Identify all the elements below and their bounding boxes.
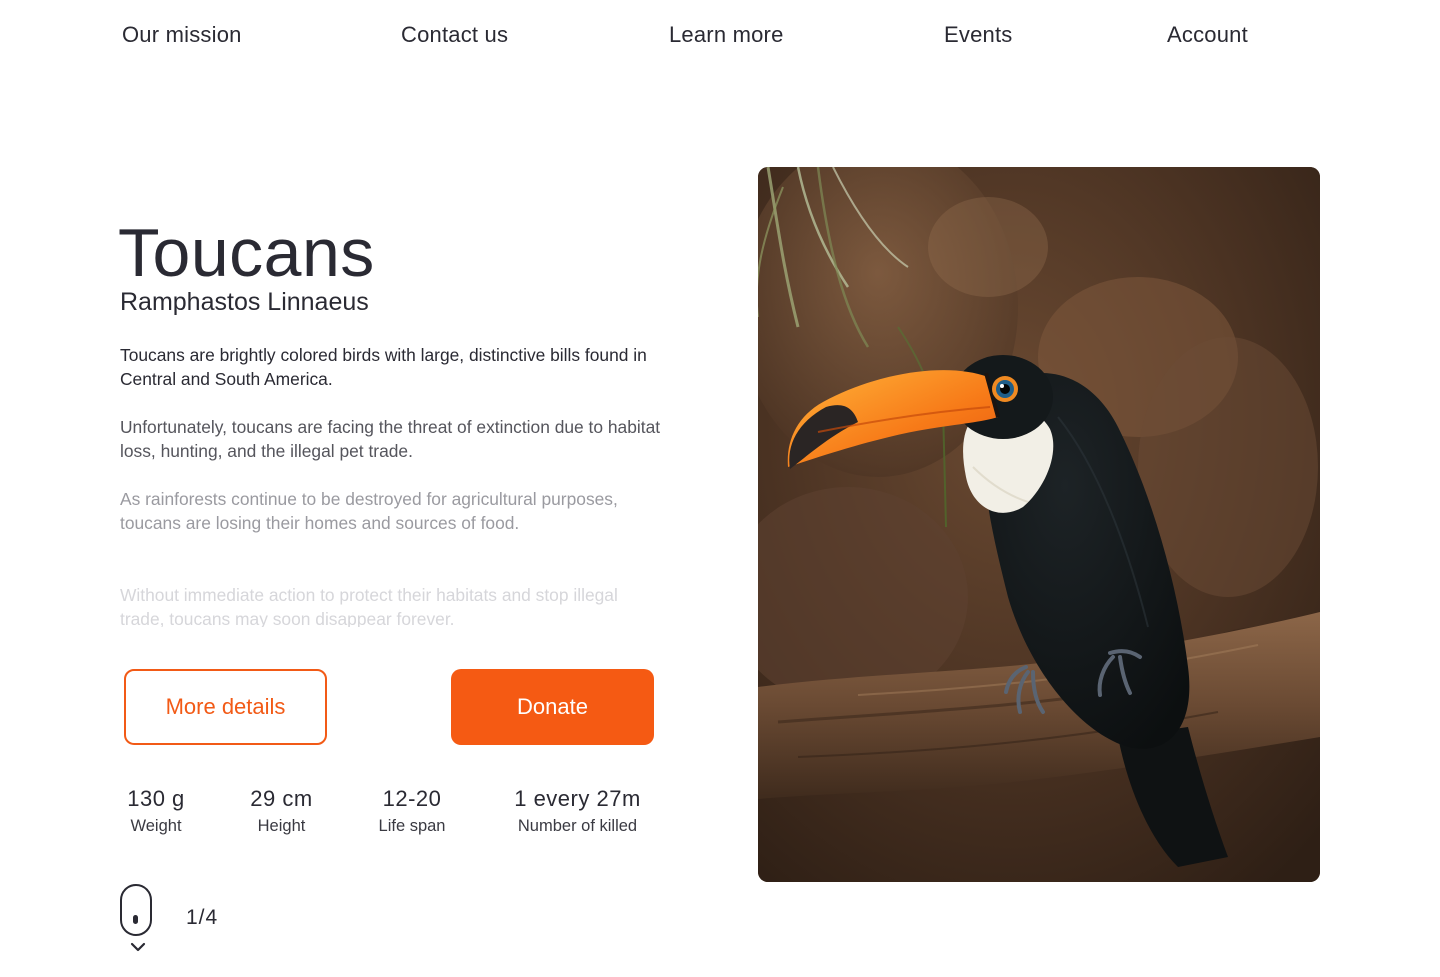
nav-learn-more[interactable]: Learn more	[669, 22, 784, 48]
more-details-button[interactable]: More details	[124, 669, 327, 745]
page-title: Toucans	[118, 215, 375, 291]
stat-label: Number of killed	[517, 817, 638, 835]
threat-paragraph: Unfortunately, toucans are facing the th…	[120, 417, 661, 461]
nav-account[interactable]: Account	[1167, 22, 1248, 48]
stat-label: Height	[257, 817, 306, 835]
stat-weight: 130 g Weight	[120, 786, 192, 836]
toucan-photo	[758, 167, 1320, 882]
toucan-illustration	[758, 167, 1320, 882]
scientific-name: Ramphastos Linnaeus	[120, 288, 369, 316]
stat-height: 29 cm Height	[240, 786, 323, 836]
nav-contact-us[interactable]: Contact us	[401, 22, 508, 48]
stat-value: 29 cm	[250, 786, 313, 811]
nav-events[interactable]: Events	[944, 22, 1012, 48]
page-indicator: 1/4	[186, 906, 219, 929]
stat-value: 1 every 27m	[514, 786, 641, 811]
habitat-paragraph: As rainforests continue to be destroyed …	[120, 489, 618, 533]
toucan-landing-page: Our mission Contact us Learn more Events…	[0, 0, 1440, 977]
stat-killed: 1 every 27m Number of killed	[505, 786, 650, 836]
intro-paragraph: Toucans are brightly colored birds with …	[120, 345, 647, 389]
chevron-down-icon[interactable]	[130, 942, 146, 952]
nav-our-mission[interactable]: Our mission	[122, 22, 242, 48]
action-paragraph: Without immediate action to protect thei…	[120, 585, 618, 627]
donate-button[interactable]: Donate	[451, 669, 654, 745]
stat-value: 12-20	[382, 786, 442, 811]
stat-life-span: 12-20 Life span	[372, 786, 452, 836]
stat-label: Weight	[130, 817, 182, 835]
stat-value: 130 g	[127, 786, 185, 811]
scroll-mouse-icon[interactable]	[120, 884, 152, 936]
scroll-wheel-dot	[133, 915, 138, 924]
stat-label: Life span	[378, 817, 446, 835]
